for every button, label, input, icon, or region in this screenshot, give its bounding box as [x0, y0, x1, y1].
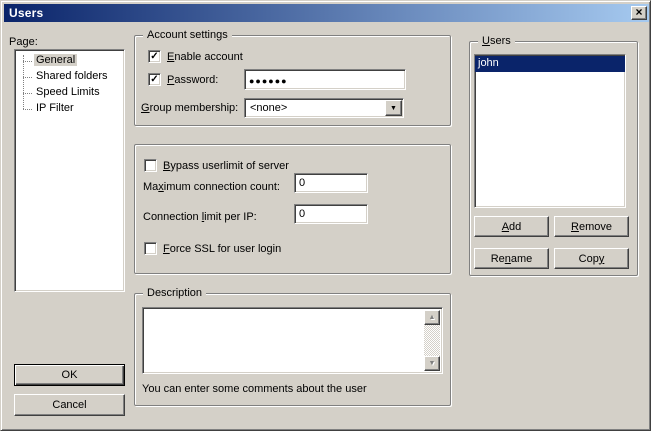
- tree-item-label: General: [34, 54, 77, 66]
- enable-account-label: Enable account: [167, 51, 243, 63]
- cancel-button-label: Cancel: [52, 399, 86, 411]
- users-group-title: Users: [478, 35, 515, 47]
- max-connection-count-input[interactable]: [294, 173, 368, 193]
- enable-account-checkbox[interactable]: ✓: [148, 50, 161, 63]
- scroll-up-button[interactable]: ▲: [424, 310, 440, 325]
- users-list[interactable]: john: [474, 54, 626, 208]
- max-connection-count-label: Maximum connection count:: [143, 181, 280, 193]
- remove-user-button[interactable]: Remove: [554, 216, 629, 237]
- description-title: Description: [143, 287, 206, 299]
- group-membership-select[interactable]: <none> ▼: [244, 98, 404, 118]
- tree-item-speed-limits[interactable]: Speed Limits: [15, 85, 124, 101]
- force-ssl-label: Force SSL for user login: [163, 243, 281, 255]
- close-icon: ×: [635, 7, 642, 17]
- users-dialog: Users × Page: General Shared folders Spe…: [0, 0, 651, 431]
- description-hint: You can enter some comments about the us…: [142, 383, 367, 395]
- enable-account-row: ✓ Enable account: [148, 50, 243, 63]
- tree-item-shared-folders[interactable]: Shared folders: [15, 69, 124, 85]
- window-title: Users: [4, 6, 43, 20]
- ok-button[interactable]: OK: [14, 364, 125, 386]
- description-textarea[interactable]: [143, 308, 442, 373]
- bypass-userlimit-label: Bypass userlimit of server: [163, 160, 289, 172]
- user-name: john: [478, 57, 499, 69]
- chevron-down-icon: ▼: [390, 105, 397, 112]
- connection-limit-per-ip-label: Connection limit per IP:: [143, 211, 257, 223]
- rename-user-button[interactable]: Rename: [474, 248, 549, 269]
- scroll-down-icon: ▼: [429, 360, 436, 367]
- ok-button-label: OK: [62, 369, 78, 381]
- password-label: Password:: [167, 74, 218, 86]
- tree-item-label: Speed Limits: [34, 86, 102, 98]
- password-checkbox[interactable]: ✓: [148, 73, 161, 86]
- close-button[interactable]: ×: [631, 6, 647, 20]
- add-user-button[interactable]: Add: [474, 216, 549, 237]
- rename-user-button-label: Rename: [491, 253, 533, 265]
- group-membership-dropdown-button[interactable]: ▼: [385, 100, 402, 116]
- tree-item-general[interactable]: General: [15, 53, 124, 69]
- bypass-userlimit-checkbox[interactable]: [144, 159, 157, 172]
- cancel-button[interactable]: Cancel: [14, 394, 125, 416]
- tree-item-label: Shared folders: [34, 70, 110, 82]
- tree-item-ip-filter[interactable]: IP Filter: [15, 101, 124, 117]
- scroll-up-icon: ▲: [429, 314, 436, 321]
- group-membership-value: <none>: [250, 102, 287, 114]
- page-label: Page:: [9, 36, 38, 48]
- copy-user-button-label: Copy: [579, 253, 605, 265]
- titlebar[interactable]: Users ×: [4, 4, 649, 22]
- add-user-button-label: Add: [502, 221, 522, 233]
- remove-user-button-label: Remove: [571, 221, 612, 233]
- description-group: Description ▲ ▼ You can enter some comme…: [134, 293, 451, 406]
- bypass-userlimit-row: Bypass userlimit of server: [144, 159, 289, 172]
- password-input[interactable]: [244, 69, 406, 90]
- force-ssl-checkbox[interactable]: [144, 242, 157, 255]
- description-field-frame: ▲ ▼: [142, 307, 443, 374]
- tree-item-label: IP Filter: [34, 102, 76, 114]
- force-ssl-row: Force SSL for user login: [144, 242, 281, 255]
- copy-user-button[interactable]: Copy: [554, 248, 629, 269]
- connection-limit-per-ip-input[interactable]: [294, 204, 368, 224]
- password-row: ✓ Password:: [148, 73, 218, 86]
- users-group: Users john Add Remove Rename Copy: [469, 41, 638, 276]
- user-list-item[interactable]: john: [475, 56, 625, 72]
- account-settings-group: Account settings ✓ Enable account ✓ Pass…: [134, 35, 451, 126]
- account-settings-title: Account settings: [143, 29, 232, 41]
- page-tree[interactable]: General Shared folders Speed Limits IP F…: [14, 49, 125, 292]
- connection-limits-group: Bypass userlimit of server Maximum conne…: [134, 144, 451, 274]
- scroll-down-button[interactable]: ▼: [424, 356, 440, 371]
- group-membership-label: Group membership:: [141, 102, 238, 114]
- description-scrollbar[interactable]: ▲ ▼: [424, 310, 440, 371]
